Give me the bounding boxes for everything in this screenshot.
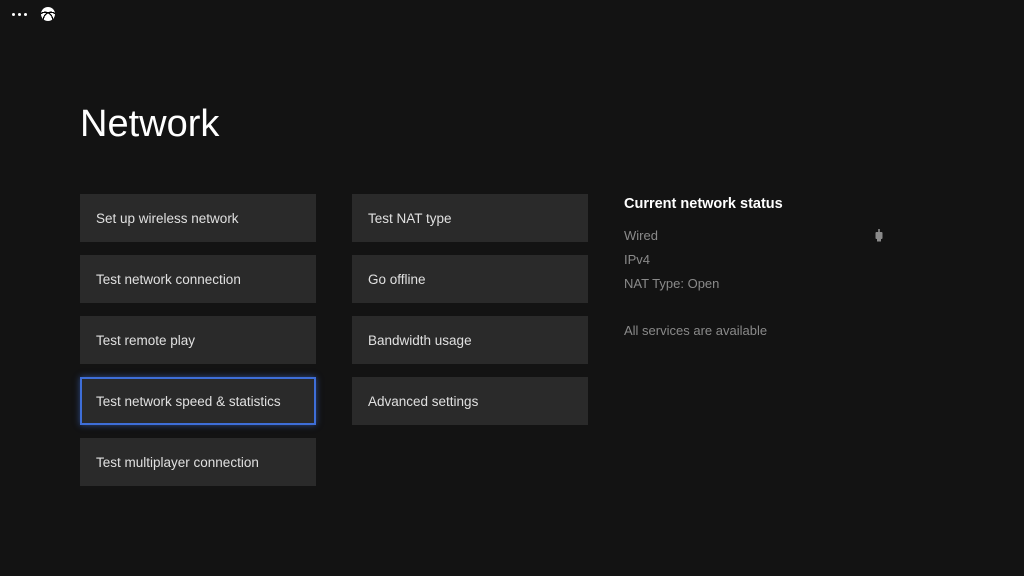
xbox-logo-icon[interactable]	[41, 7, 55, 21]
page-title: Network	[80, 103, 1024, 146]
test-nat-type-button[interactable]: Test NAT type	[352, 194, 588, 242]
status-ip-version: IPv4	[624, 252, 650, 267]
status-column: Current network status Wired IPv4 NAT Ty…	[624, 194, 884, 486]
status-connection-type: Wired	[624, 228, 658, 243]
wired-connection-icon	[874, 229, 884, 243]
status-heading: Current network status	[624, 196, 884, 212]
setup-wireless-network-button[interactable]: Set up wireless network	[80, 194, 316, 242]
menu-column-1: Set up wireless network Test network con…	[80, 194, 316, 486]
status-services: All services are available	[624, 323, 884, 338]
bandwidth-usage-button[interactable]: Bandwidth usage	[352, 316, 588, 364]
more-options-icon[interactable]	[12, 13, 27, 16]
top-bar	[0, 0, 1024, 28]
status-nat-type: NAT Type: Open	[624, 276, 719, 291]
go-offline-button[interactable]: Go offline	[352, 255, 588, 303]
status-connection-row: Wired	[624, 228, 884, 243]
test-multiplayer-connection-button[interactable]: Test multiplayer connection	[80, 438, 316, 486]
advanced-settings-button[interactable]: Advanced settings	[352, 377, 588, 425]
content-area: Network Set up wireless network Test net…	[0, 28, 1024, 486]
test-network-speed-statistics-button[interactable]: Test network speed & statistics	[80, 377, 316, 425]
test-network-connection-button[interactable]: Test network connection	[80, 255, 316, 303]
menu-column-2: Test NAT type Go offline Bandwidth usage…	[352, 194, 588, 486]
status-ip-row: IPv4	[624, 252, 884, 267]
status-nat-row: NAT Type: Open	[624, 276, 884, 291]
columns-container: Set up wireless network Test network con…	[80, 194, 1024, 486]
test-remote-play-button[interactable]: Test remote play	[80, 316, 316, 364]
